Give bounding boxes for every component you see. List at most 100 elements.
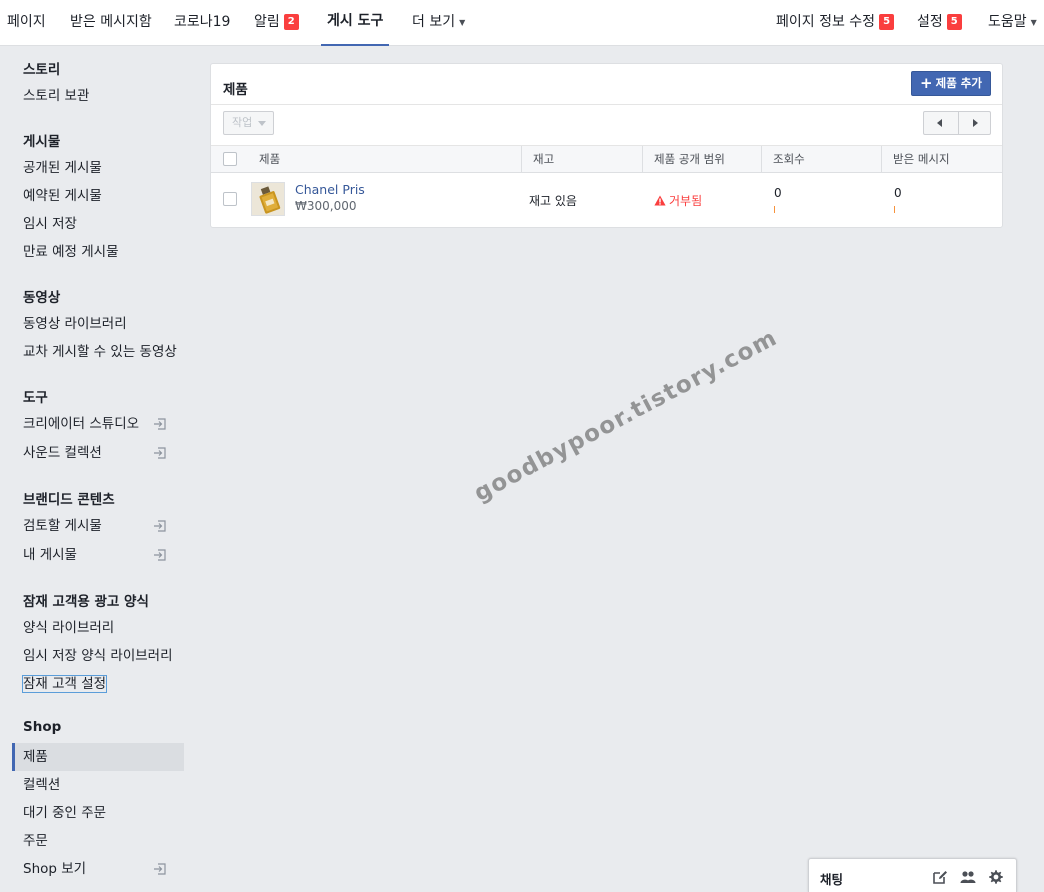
sidebar-item-label: 공개된 게시물: [23, 160, 102, 176]
sidebar-item-label: 예약된 게시물: [23, 188, 102, 204]
sidebar-item-label: 대기 중인 주문: [23, 805, 107, 821]
caret-down-icon: [258, 121, 266, 126]
views-sparkline: [774, 206, 775, 213]
sidebar-item-label: 검토할 게시물: [23, 518, 102, 534]
products-panel: 제품 +제품 추가 작업 제품 재고 제품 공개 범위 조회수 받은 메시지: [210, 63, 1003, 228]
sidebar-item-label: 컬렉션: [23, 777, 61, 793]
sidebar-item-creator-studio[interactable]: 크리에이터 스튜디오: [12, 410, 184, 438]
sidebar-item-label: 임시 저장: [23, 216, 77, 232]
gear-icon[interactable]: [988, 869, 1004, 885]
sidebar-item-sound-collection[interactable]: 사운드 컬렉션: [12, 439, 184, 467]
messages-count: 0: [894, 186, 902, 200]
sidebar-item-label: 사운드 컬렉션: [23, 445, 102, 461]
sidebar-item-label: Shop 보기: [23, 861, 87, 877]
sidebar-item-draft-forms-library[interactable]: 임시 저장 양식 라이브러리: [12, 642, 184, 670]
visibility-status: 거부됨: [654, 192, 702, 209]
actions-dropdown[interactable]: 작업: [223, 111, 274, 135]
sidebar-item-label: 잠재 고객 설정: [21, 675, 108, 693]
add-product-button[interactable]: + 제품 추가: [911, 71, 991, 96]
sidebar-item-expiring-posts[interactable]: 만료 예정 게시물: [12, 238, 184, 266]
prev-page-button[interactable]: [924, 112, 957, 134]
table-row[interactable]: Chanel Pris ₩300,000 재고 있음 거부됨 0 0: [211, 173, 1002, 227]
nav-help-label: 도움말: [988, 14, 1027, 30]
messages-sparkline: [894, 206, 895, 213]
settings-badge: 5: [946, 14, 962, 30]
sidebar-item-label: 주문: [23, 833, 48, 849]
product-price: ₩300,000: [295, 199, 357, 213]
sidebar-item-pending-orders[interactable]: 대기 중인 주문: [12, 799, 184, 827]
edit-page-info-badge: 5: [879, 14, 895, 30]
caret-down-icon: ▼: [459, 18, 466, 27]
external-link-icon: [154, 447, 166, 459]
nav-page[interactable]: 페이지: [7, 0, 46, 46]
stock-status: 재고 있음: [529, 194, 577, 208]
sidebar-section-posts: 게시물: [23, 134, 61, 150]
nav-settings[interactable]: 설정 5: [917, 0, 962, 46]
visibility-label: 거부됨: [669, 194, 703, 208]
row-checkbox[interactable]: [223, 192, 237, 206]
external-link-icon: [154, 418, 166, 430]
column-views[interactable]: 조회수: [761, 146, 881, 173]
column-product[interactable]: 제품: [248, 146, 521, 173]
nav-notifications-label: 알림: [254, 14, 280, 30]
chevron-right-icon: [973, 119, 978, 127]
top-navigation: 페이지 받은 메시지함 코로나19 알림 2 게시 도구 더 보기 ▼ 페이지 정보…: [0, 0, 1044, 46]
pagination: [923, 111, 991, 135]
sidebar-item-collections[interactable]: 컬렉션: [12, 771, 184, 799]
sidebar-item-drafts[interactable]: 임시 저장: [12, 210, 184, 238]
sidebar-item-crosspost-videos[interactable]: 교차 게시할 수 있는 동영상: [12, 338, 184, 366]
sidebar-item-label: 임시 저장 양식 라이브러리: [23, 648, 173, 664]
column-stock[interactable]: 재고: [521, 146, 642, 173]
sidebar-item-video-library[interactable]: 동영상 라이브러리: [12, 310, 184, 338]
sidebar-section-tools: 도구: [23, 390, 48, 406]
actions-label: 작업: [232, 116, 253, 129]
panel-title: 제품: [223, 82, 248, 98]
nav-inbox[interactable]: 받은 메시지함: [70, 0, 152, 46]
compose-icon[interactable]: [932, 869, 948, 885]
chat-bar[interactable]: 채팅: [808, 858, 1017, 892]
nav-publishing-tools[interactable]: 게시 도구: [321, 0, 390, 46]
nav-help[interactable]: 도움말 ▼: [988, 0, 1037, 46]
external-link-icon: [154, 863, 166, 875]
nav-notifications[interactable]: 알림 2: [254, 0, 299, 46]
sidebar-item-lead-settings[interactable]: 잠재 고객 설정: [12, 670, 184, 698]
nav-more[interactable]: 더 보기 ▼: [412, 0, 465, 46]
chevron-left-icon: [937, 119, 942, 127]
views-count: 0: [774, 186, 782, 200]
nav-covid[interactable]: 코로나19: [174, 0, 230, 46]
select-all-checkbox[interactable]: [223, 152, 237, 166]
sidebar-item-products[interactable]: 제품: [12, 743, 184, 771]
notifications-badge: 2: [283, 14, 299, 30]
sidebar-item-label: 내 게시물: [23, 547, 77, 563]
warning-icon: [654, 195, 666, 206]
sidebar-item-label: 만료 예정 게시물: [23, 244, 119, 260]
sidebar-item-scheduled-posts[interactable]: 예약된 게시물: [12, 182, 184, 210]
column-visibility[interactable]: 제품 공개 범위: [642, 146, 761, 173]
product-thumbnail: [251, 182, 285, 216]
next-page-button[interactable]: [958, 112, 991, 134]
column-messages[interactable]: 받은 메시지: [881, 146, 1002, 173]
sidebar-item-view-shop[interactable]: Shop 보기: [12, 855, 184, 883]
sidebar-section-branded-content: 브랜디드 콘텐츠: [23, 492, 115, 508]
sidebar-item-forms-library[interactable]: 양식 라이브러리: [12, 614, 184, 642]
watermark: goodbypoor.tistory.com: [470, 324, 783, 507]
people-icon[interactable]: [960, 869, 976, 885]
nav-edit-page-info[interactable]: 페이지 정보 수정 5: [776, 0, 895, 46]
add-product-label: 제품 추가: [935, 76, 982, 90]
perfume-bottle-image: [252, 183, 284, 215]
sidebar-item-orders[interactable]: 주문: [12, 827, 184, 855]
nav-more-label: 더 보기: [412, 14, 456, 30]
sidebar-item-label: 양식 라이브러리: [23, 620, 115, 636]
sidebar-section-videos: 동영상: [23, 290, 61, 306]
sidebar-item-story-archive[interactable]: 스토리 보관: [12, 82, 184, 110]
sidebar-section-stories: 스토리: [23, 62, 61, 78]
sidebar-item-my-posts[interactable]: 내 게시물: [12, 541, 184, 569]
caret-down-icon: ▼: [1030, 18, 1037, 27]
sidebar-item-label: 교차 게시할 수 있는 동영상: [23, 344, 177, 360]
sidebar-item-posts-to-review[interactable]: 검토할 게시물: [12, 512, 184, 540]
sidebar-item-published-posts[interactable]: 공개된 게시물: [12, 154, 184, 182]
product-name-link[interactable]: Chanel Pris: [295, 182, 365, 197]
sidebar-section-lead-ads: 잠재 고객용 광고 양식: [23, 594, 149, 610]
sidebar-section-shop: Shop: [23, 719, 62, 735]
table-header: 제품 재고 제품 공개 범위 조회수 받은 메시지: [211, 145, 1002, 173]
